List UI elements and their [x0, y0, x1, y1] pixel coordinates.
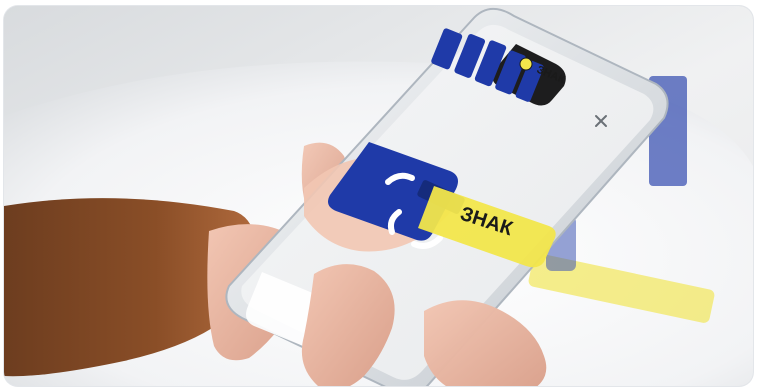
photo-frame: ЗНАК ЗНАК — [4, 6, 753, 386]
photo-scene: ЗНАК ЗНАК — [4, 6, 753, 386]
